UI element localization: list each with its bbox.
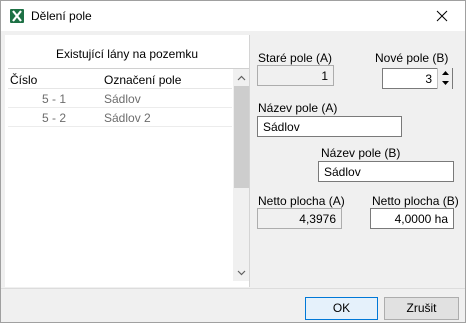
spin-up-button[interactable] <box>438 68 452 78</box>
row-cislo: 5 - 2 <box>41 111 66 125</box>
list-header: Číslo Označení pole <box>8 69 232 89</box>
area-b-label: Netto plocha (B) <box>372 194 459 208</box>
chevron-down-icon <box>237 270 246 275</box>
chevron-up-icon <box>237 75 246 80</box>
ok-button[interactable]: OK <box>305 297 378 320</box>
area-a-label: Netto plocha (A) <box>258 194 345 208</box>
column-header-cislo[interactable]: Číslo <box>10 73 37 87</box>
area-a-input: 4,3976 <box>257 208 342 229</box>
footer-divider <box>1 288 465 289</box>
scroll-thumb[interactable] <box>234 86 249 188</box>
triangle-up-icon <box>441 71 449 75</box>
scroll-down-button[interactable] <box>233 264 250 281</box>
existing-fields-heading: Existující lány na pozemku <box>55 47 199 61</box>
name-b-input[interactable]: Sádlov <box>318 161 454 182</box>
triangle-down-icon <box>441 81 449 85</box>
row-oznaceni: Sádlov 2 <box>104 111 151 125</box>
new-field-value: 3 <box>425 72 432 86</box>
fields-list[interactable]: Číslo Označení pole 5 - 1 Sádlov 5 - 2 S… <box>8 68 250 318</box>
row-cislo: 5 - 1 <box>41 92 66 106</box>
area-b-input[interactable]: 4,0000 ha <box>370 208 454 229</box>
list-item[interactable]: 5 - 2 Sádlov 2 <box>8 109 232 127</box>
existing-fields-panel: Existující lány na pozemku Číslo Označen… <box>5 35 250 287</box>
column-header-oznaceni[interactable]: Označení pole <box>104 73 181 87</box>
list-scrollbar[interactable] <box>233 69 250 281</box>
cancel-button[interactable]: Zrušit <box>384 297 459 320</box>
name-b-label: Název pole (B) <box>321 146 401 160</box>
new-field-spinner[interactable] <box>437 68 452 89</box>
dialog-window: Dělení pole Existující lány na pozemku Č… <box>0 0 466 323</box>
list-item[interactable]: 5 - 1 Sádlov <box>8 90 232 108</box>
new-field-label: Nové pole (B) <box>375 51 449 65</box>
row-oznaceni: Sádlov <box>104 92 141 106</box>
scroll-up-button[interactable] <box>233 69 250 86</box>
close-icon <box>436 10 448 22</box>
old-field-label: Staré pole (A) <box>258 51 333 65</box>
excel-icon <box>9 8 25 24</box>
title-bar[interactable]: Dělení pole <box>1 1 465 31</box>
close-button[interactable] <box>419 1 465 31</box>
old-field-input: 1 <box>257 65 334 86</box>
window-title: Dělení pole <box>31 9 92 23</box>
spin-down-button[interactable] <box>438 78 452 88</box>
name-a-label: Název pole (A) <box>258 101 338 115</box>
name-a-input[interactable]: Sádlov <box>257 116 402 137</box>
panel-divider <box>249 35 250 287</box>
